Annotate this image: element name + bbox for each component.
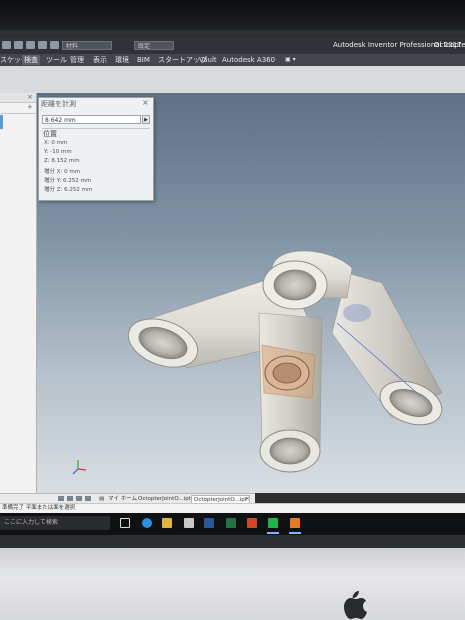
tab-list-icon[interactable]: [67, 496, 73, 501]
measure-dialog: 距離を計測 × 8.642 mm ▶ 位置 X: 0 mm Y: -10 mm …: [38, 97, 154, 201]
browser-divider: [0, 113, 36, 114]
word-icon[interactable]: [204, 518, 214, 528]
appearance-selector[interactable]: 既定: [134, 41, 174, 50]
task-view-icon[interactable]: [120, 518, 130, 528]
measure-divider: [42, 128, 150, 129]
right-tube[interactable]: [331, 272, 448, 433]
ribbon-tab-bar: スケッチ 検査 ツール 管理 表示 環境 BIM スタートアップ Vault A…: [0, 54, 465, 66]
windows-taskbar: ここに入力して検索: [0, 513, 465, 535]
apple-logo-icon: [344, 591, 367, 619]
measure-dialog-title: 距離を計測: [41, 100, 76, 108]
model-browser: × +: [0, 93, 37, 495]
doc-tab-home-icon[interactable]: ▤: [99, 495, 104, 503]
excel-icon[interactable]: [226, 518, 236, 528]
undo-icon[interactable]: [38, 41, 47, 49]
browser-selection-marker: [0, 115, 3, 129]
tab-environment[interactable]: 環境: [115, 55, 129, 65]
doc-tab-home[interactable]: マイ ホーム: [108, 495, 137, 503]
monitor-top-edge: [0, 0, 465, 30]
ribbon-expand-icon[interactable]: ▣ ▾: [285, 55, 296, 65]
browser-expand-icon[interactable]: +: [27, 103, 33, 111]
measure-delta-z: 増分 Z: 6.252 mm: [44, 187, 93, 193]
measure-value-field[interactable]: 8.642 mm: [42, 115, 141, 124]
quick-access-toolbar: 材料 既定 Autodesk Inventor Professional 201…: [0, 38, 465, 54]
save-icon[interactable]: [26, 41, 35, 49]
redo-icon[interactable]: [50, 41, 59, 49]
new-file-icon[interactable]: [2, 41, 11, 49]
doc-tab-file-1[interactable]: OctopterJointO...ipt: [138, 495, 191, 503]
powerpoint-icon[interactable]: [247, 518, 257, 528]
cascade-icon[interactable]: [85, 496, 91, 501]
active-app-indicator: [267, 532, 279, 534]
status-bar: 準備完了 平面または面を選択: [0, 503, 465, 513]
edge-browser-icon[interactable]: [142, 518, 152, 528]
tab-a360[interactable]: Autodesk A360: [222, 55, 275, 65]
browser-close-icon[interactable]: ×: [27, 93, 33, 101]
file-explorer-icon[interactable]: [162, 518, 172, 528]
line-messenger-icon[interactable]: [268, 518, 278, 528]
tab-bim[interactable]: BIM: [137, 55, 150, 65]
measure-y: Y: -10 mm: [44, 149, 72, 155]
tab-manage[interactable]: 管理: [70, 55, 84, 65]
quick-access-icons: [2, 41, 59, 49]
measure-section-position: 位置: [43, 130, 57, 138]
tab-view[interactable]: 表示: [93, 55, 107, 65]
tab-inspect[interactable]: 検査: [22, 55, 40, 65]
monitor-chin: [0, 548, 465, 620]
store-icon[interactable]: [184, 518, 194, 528]
view-triad-icon: [72, 460, 87, 475]
tab-tools[interactable]: ツール: [46, 55, 67, 65]
close-icon[interactable]: ×: [142, 98, 149, 107]
open-file-icon[interactable]: [14, 41, 23, 49]
doc-tab-close-icon[interactable]: ×: [245, 495, 250, 503]
measure-x: X: 0 mm: [44, 140, 68, 146]
taskbar-search-box[interactable]: ここに入力して検索: [0, 516, 110, 530]
inventor-icon[interactable]: [290, 518, 300, 528]
measure-delta-x: 増分 X: 0 mm: [44, 169, 81, 175]
file-title: Octcopter: [434, 41, 465, 49]
measure-z: Z: 8.152 mm: [44, 158, 80, 164]
tab-vault[interactable]: Vault: [199, 55, 217, 65]
active-app-indicator-inventor: [289, 532, 301, 534]
measure-options-arrow-icon[interactable]: ▶: [142, 115, 150, 124]
ribbon-panel: [0, 66, 465, 94]
material-selector[interactable]: 材料: [62, 41, 112, 50]
measure-delta-y: 増分 Y: 6.252 mm: [44, 178, 92, 184]
tile-icon[interactable]: [76, 496, 82, 501]
top-tube[interactable]: [262, 250, 353, 310]
tab-nav-icon[interactable]: [58, 496, 64, 501]
